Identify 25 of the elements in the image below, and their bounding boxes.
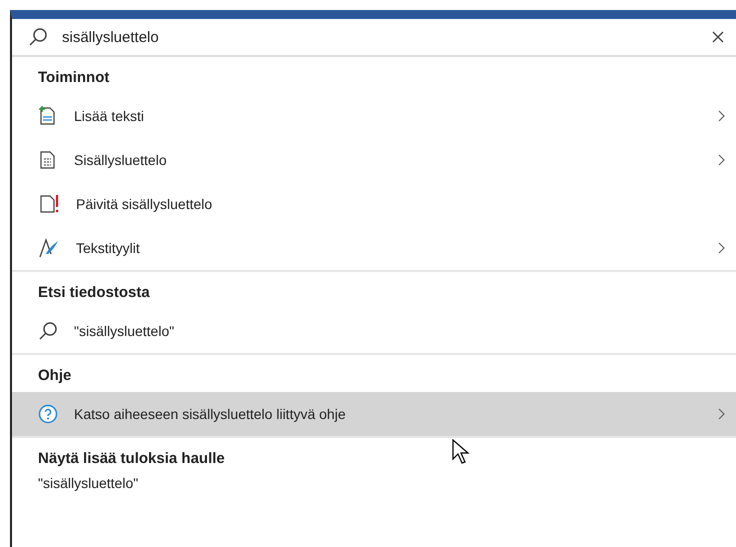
menu-item[interactable]: "sisällysluettelo" (12, 309, 736, 353)
section-heading: Ohje (37, 366, 72, 386)
brush-icon (38, 237, 60, 259)
search-icon (38, 321, 58, 341)
menu-item-label: Päivitä sisällysluettelo (76, 196, 214, 212)
menu-item-label: "sisällysluettelo" (74, 323, 176, 339)
mouse-pointer-icon (452, 439, 472, 465)
search-query-text: "sisällysluettelo" (37, 475, 140, 491)
menu-item[interactable]: Sisällysluettelo (12, 138, 736, 182)
search-icon (28, 27, 48, 47)
close-icon (712, 30, 724, 42)
menu-item-label: Lisää teksti (74, 108, 146, 124)
section-heading: Toiminnot (37, 68, 110, 88)
help-icon (38, 404, 58, 424)
document-warning-icon (38, 193, 60, 215)
section-heading: Etsi tiedostosta (37, 283, 151, 303)
more-results-heading[interactable]: Näytä lisää tuloksia haulle (12, 438, 736, 475)
menu-item-label: Katso aiheeseen sisällysluettelo liittyvä ohje (74, 406, 347, 422)
menu-item-label: Tekstityylit (76, 240, 141, 256)
menu-item[interactable]: Päivitä sisällysluettelo (12, 182, 736, 226)
menu-item[interactable]: Katso aiheeseen sisällysluettelo liittyvä ohje (12, 392, 736, 436)
search-field[interactable]: sisällysluettelo (60, 28, 696, 46)
menu-item[interactable]: Tekstityylit (12, 226, 736, 270)
menu-item[interactable]: Lisää teksti (12, 94, 736, 138)
menu-item-label: Sisällysluettelo (74, 152, 168, 168)
